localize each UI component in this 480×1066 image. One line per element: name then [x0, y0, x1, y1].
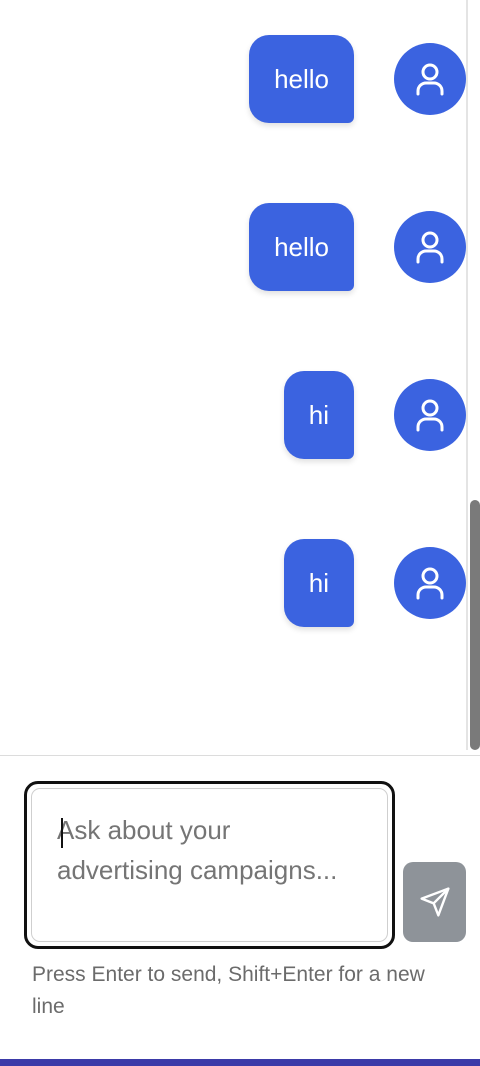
- send-icon: [419, 887, 450, 917]
- user-icon: [416, 231, 444, 264]
- message-input-wrapper: [31, 788, 388, 942]
- avatar: [394, 43, 466, 115]
- message-bubble: hello: [249, 35, 354, 123]
- message-row: hi: [283, 539, 466, 627]
- bottom-accent-bar: [0, 1059, 480, 1066]
- avatar: [394, 547, 466, 619]
- send-button[interactable]: [403, 862, 466, 942]
- chat-app: hello hello hi hi Ask about your adverti…: [0, 0, 480, 1066]
- message-list[interactable]: hello hello hi hi: [0, 0, 480, 755]
- message-bubble: hello: [249, 203, 354, 291]
- composer-hint: Press Enter to send, Shift+Enter for a n…: [32, 963, 425, 1018]
- message-input-focus-ring: [24, 781, 395, 949]
- message-bubble: hi: [283, 539, 354, 627]
- scrollbar-thumb[interactable]: [470, 500, 480, 750]
- message-input[interactable]: [32, 789, 387, 941]
- scrollbar-track[interactable]: [466, 0, 468, 750]
- message-row: hello: [249, 35, 466, 123]
- message-row: hi: [283, 371, 466, 459]
- avatar: [394, 211, 466, 283]
- text-caret: [61, 818, 63, 848]
- user-icon: [416, 567, 444, 600]
- user-icon: [416, 399, 444, 432]
- message-composer: Press Enter to send, Shift+Enter for a n…: [0, 755, 480, 1066]
- user-icon: [416, 63, 444, 96]
- message-bubble: hi: [283, 371, 354, 459]
- avatar: [394, 379, 466, 451]
- message-row: hello: [249, 203, 466, 291]
